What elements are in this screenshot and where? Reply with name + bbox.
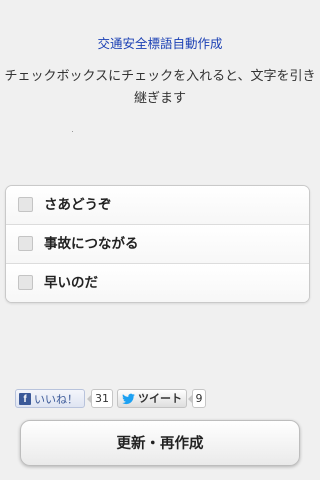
tweet-label: ツイート xyxy=(138,392,182,405)
decorative-dot xyxy=(72,131,73,132)
checkbox[interactable] xyxy=(18,275,33,290)
checklist-item[interactable]: 早いのだ xyxy=(6,264,309,302)
checklist-item-label: 事故につながる xyxy=(44,236,139,252)
checklist-item-label: 早いのだ xyxy=(44,275,98,291)
refresh-button[interactable]: 更新・再作成 xyxy=(20,420,300,466)
twitter-bird-icon xyxy=(122,393,135,405)
facebook-like-label: いいね！ xyxy=(34,393,78,406)
checkbox[interactable] xyxy=(18,197,33,212)
facebook-like-button[interactable]: f いいね！ xyxy=(15,389,85,408)
phrase-checklist: さあどうぞ 事故につながる 早いのだ xyxy=(5,185,310,303)
facebook-like-count: 31 xyxy=(87,389,113,408)
checklist-item[interactable]: さあどうぞ xyxy=(6,186,309,225)
checklist-item-label: さあどうぞ xyxy=(44,197,112,213)
tweet-button[interactable]: ツイート xyxy=(117,389,187,408)
tweet-count: 9 xyxy=(188,389,206,408)
instruction-text: チェックボックスにチェックを入れると、文字を引き継ぎます xyxy=(4,69,316,106)
facebook-icon: f xyxy=(19,393,31,405)
checklist-item[interactable]: 事故につながる xyxy=(6,225,309,264)
page-title: 交通安全標語自動作成 xyxy=(97,36,223,51)
checkbox[interactable] xyxy=(18,236,33,251)
